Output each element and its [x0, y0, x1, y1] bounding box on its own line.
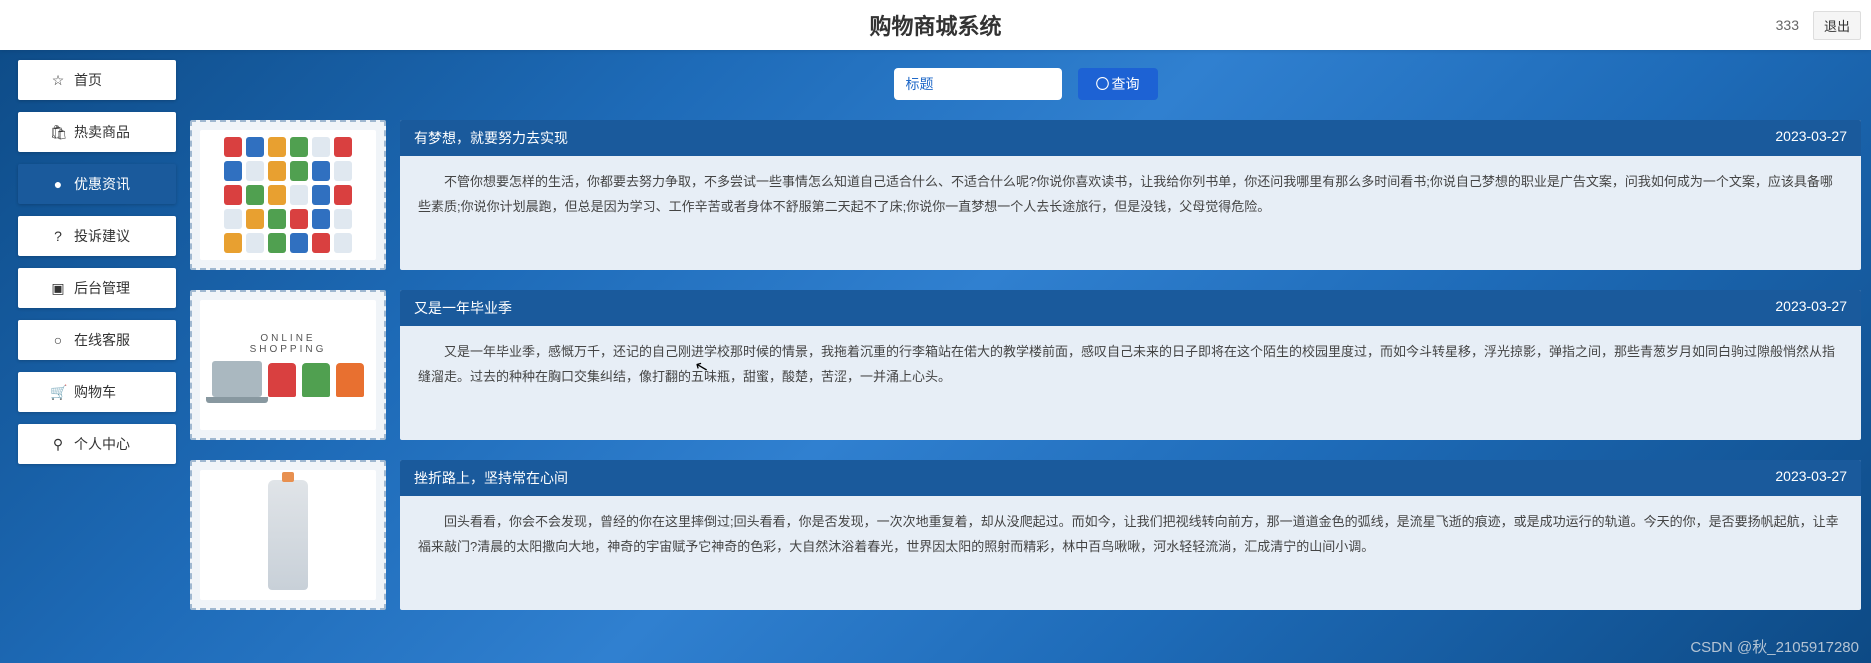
- article-header: 有梦想，就要努力去实现 2023-03-27: [400, 120, 1861, 156]
- nav-service[interactable]: ○ 在线客服: [18, 320, 176, 360]
- article-body: 不管你想要怎样的生活，你都要去努力争取，不多尝试一些事情怎么知道自己适合什么、不…: [400, 156, 1861, 270]
- article-card[interactable]: 挫折路上，坚持常在心间 2023-03-27 回头看看，你会不会发现，曾经的你在这里…: [400, 460, 1861, 610]
- article-date: 2023-03-27: [1775, 298, 1847, 318]
- article-thumb: ONLINE SHOPPING: [190, 290, 386, 440]
- search-bar: 〇查询: [190, 58, 1861, 120]
- nav-admin-icon: ▣: [50, 280, 66, 297]
- nav-news[interactable]: ● 优惠资讯: [18, 164, 176, 204]
- article-title: 挫折路上，坚持常在心间: [414, 468, 568, 488]
- article-title: 有梦想，就要努力去实现: [414, 128, 568, 148]
- search-input[interactable]: [894, 68, 1062, 100]
- nav-hot[interactable]: 🛍 热卖商品: [18, 112, 176, 152]
- article-row: ONLINE SHOPPING 又是一年毕业季 2023-03-27 又是一年毕业季，…: [190, 290, 1861, 440]
- nav-hot-icon: 🛍: [50, 124, 66, 141]
- nav-label: 首页: [74, 70, 102, 90]
- article-body: 回头看看，你会不会发现，曾经的你在这里摔倒过;回头看看，你是否发现，一次次地重复…: [400, 496, 1861, 610]
- nav-home[interactable]: ☆ 首页: [18, 60, 176, 100]
- nav-home-icon: ☆: [50, 72, 66, 89]
- article-title: 又是一年毕业季: [414, 298, 512, 318]
- nav-label: 后台管理: [74, 278, 130, 298]
- nav-feedback-icon: ?: [50, 228, 66, 244]
- article-row: 挫折路上，坚持常在心间 2023-03-27 回头看看，你会不会发现，曾经的你在这里…: [190, 460, 1861, 610]
- article-row: 有梦想，就要努力去实现 2023-03-27 不管你想要怎样的生活，你都要去努力争取…: [190, 120, 1861, 270]
- nav-label: 优惠资讯: [74, 174, 130, 194]
- nav-profile-icon: ⚲: [50, 436, 66, 453]
- article-body: 又是一年毕业季，感慨万千，还记的自己刚进学校那时候的情景，我拖着沉重的行李箱站在…: [400, 326, 1861, 440]
- article-card[interactable]: 有梦想，就要努力去实现 2023-03-27 不管你想要怎样的生活，你都要去努力争取…: [400, 120, 1861, 270]
- nav-label: 个人中心: [74, 434, 130, 454]
- nav-label: 热卖商品: [74, 122, 130, 142]
- nav-label: 在线客服: [74, 330, 130, 350]
- content: 〇查询 有梦想，就要努力去实现 2023-03-27 不管你想要怎样的生活，你都要去…: [190, 50, 1871, 663]
- search-icon: 〇: [1096, 74, 1110, 94]
- user-label: 333: [1768, 17, 1807, 33]
- article-date: 2023-03-27: [1775, 468, 1847, 488]
- nav-profile[interactable]: ⚲ 个人中心: [18, 424, 176, 464]
- logout-button[interactable]: 退出: [1813, 11, 1861, 40]
- search-button[interactable]: 〇查询: [1078, 68, 1158, 100]
- sidebar: ☆ 首页 🛍 热卖商品 ● 优惠资讯? 投诉建议 ▣ 后台管理 ○ 在线客服 🛒 购物车 ⚲ 个人中心: [18, 60, 176, 476]
- nav-label: 投诉建议: [74, 226, 130, 246]
- article-header: 又是一年毕业季 2023-03-27: [400, 290, 1861, 326]
- nav-feedback[interactable]: ? 投诉建议: [18, 216, 176, 256]
- article-thumb: [190, 460, 386, 610]
- article-date: 2023-03-27: [1775, 128, 1847, 148]
- article-card[interactable]: 又是一年毕业季 2023-03-27 又是一年毕业季，感慨万千，还记的自己刚进学校那…: [400, 290, 1861, 440]
- nav-admin[interactable]: ▣ 后台管理: [18, 268, 176, 308]
- nav-service-icon: ○: [50, 332, 66, 348]
- nav-label: 购物车: [74, 382, 116, 402]
- nav-cart-icon: 🛒: [50, 384, 66, 401]
- topbar: 购物商城系统 333 退出: [0, 0, 1871, 50]
- article-thumb: [190, 120, 386, 270]
- article-header: 挫折路上，坚持常在心间 2023-03-27: [400, 460, 1861, 496]
- page-title: 购物商城系统: [869, 9, 1001, 41]
- article-list: 有梦想，就要努力去实现 2023-03-27 不管你想要怎样的生活，你都要去努力争取…: [190, 120, 1861, 610]
- nav-cart[interactable]: 🛒 购物车: [18, 372, 176, 412]
- nav-news-icon: ●: [50, 176, 66, 192]
- topbar-right: 333 退出: [1768, 11, 1861, 40]
